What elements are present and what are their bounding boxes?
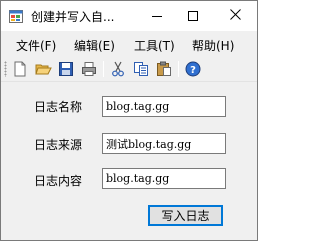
title-bar[interactable]: 创建并写入自... [1, 1, 257, 31]
log-name-label: 日志名称 [34, 100, 83, 114]
menu-edit[interactable]: 编辑(E) [74, 37, 115, 54]
cut-icon[interactable] [109, 60, 127, 78]
svg-text:?: ? [190, 65, 196, 76]
print-icon[interactable] [80, 60, 98, 78]
menu-file[interactable]: 文件(F) [16, 37, 56, 54]
minimize-icon [152, 15, 162, 17]
minimize-button[interactable] [137, 1, 177, 31]
menu-help[interactable]: 帮助(H) [192, 37, 234, 54]
help-icon[interactable]: ? [184, 60, 202, 78]
log-source-label: 日志来源 [34, 138, 83, 152]
maximize-button[interactable] [173, 1, 213, 31]
window-title: 创建并写入自... [31, 10, 115, 24]
close-icon [229, 9, 241, 23]
toolbar-separator [103, 61, 104, 77]
toolbar: ? [1, 57, 257, 82]
toolbar-grip[interactable] [4, 61, 7, 77]
new-icon[interactable] [11, 60, 29, 78]
menu-bar: 文件(F) 编辑(E) 工具(T) 帮助(H) [1, 33, 257, 55]
toolbar-separator [178, 61, 179, 77]
paste-icon[interactable] [155, 60, 173, 78]
open-icon[interactable] [34, 60, 52, 78]
maximize-icon [188, 11, 198, 21]
app-icon [9, 10, 23, 23]
log-content-label: 日志内容 [34, 174, 83, 188]
copy-icon[interactable] [132, 60, 150, 78]
close-button[interactable] [215, 1, 255, 31]
menu-tools[interactable]: 工具(T) [134, 37, 175, 54]
main-window: 创建并写入自... 文件(F) 编辑(E) 工具(T) 帮助(H) ? 日志名称… [0, 0, 258, 241]
log-source-input[interactable] [102, 133, 226, 154]
write-log-button[interactable]: 写入日志 [148, 205, 223, 226]
log-name-input[interactable] [102, 96, 226, 117]
save-icon[interactable] [57, 60, 75, 78]
log-content-input[interactable] [102, 168, 226, 189]
